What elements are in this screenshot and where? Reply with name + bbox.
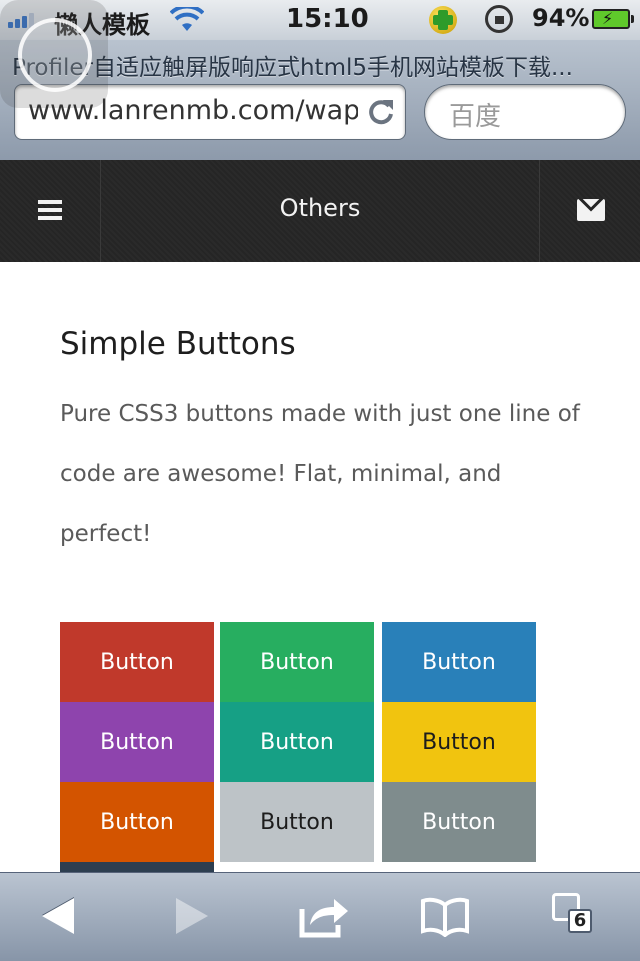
share-button[interactable] (276, 873, 376, 961)
menu-button[interactable] (0, 160, 101, 262)
tabs-icon: 6 (552, 893, 596, 937)
section-heading: Simple Buttons (60, 326, 296, 362)
tab-count: 6 (568, 909, 592, 933)
purple-button[interactable]: Button (60, 702, 214, 782)
button-column-2: Button Button Button (220, 622, 374, 862)
assistive-touch-icon[interactable] (0, 0, 108, 108)
green-button[interactable]: Button (220, 622, 374, 702)
browser-toolbar: 6 (0, 872, 640, 961)
mail-icon (577, 199, 605, 221)
bookmarks-icon (421, 897, 469, 937)
reload-icon[interactable] (367, 98, 395, 126)
menu-icon (38, 200, 62, 220)
section-description: Pure CSS3 buttons made with just one lin… (60, 401, 580, 547)
silver-button[interactable]: Button (220, 782, 374, 862)
red-button[interactable]: Button (60, 622, 214, 702)
orange-button[interactable]: Button (60, 782, 214, 862)
site-header: Others (0, 160, 640, 262)
wifi-icon (170, 7, 204, 31)
battery-charging-icon: ⚡ (592, 9, 634, 29)
header-title: Others (279, 194, 361, 222)
forward-icon (176, 898, 208, 934)
forward-button[interactable] (138, 873, 238, 961)
back-button[interactable] (14, 873, 114, 961)
search-placeholder: 百度 (449, 102, 502, 132)
blue-button[interactable]: Button (382, 622, 536, 702)
button-column-1: Button Button Button (60, 622, 214, 874)
share-icon (299, 899, 348, 938)
bookmarks-button[interactable] (394, 873, 494, 961)
mail-button[interactable] (539, 160, 640, 262)
tabs-button[interactable]: 6 (524, 873, 624, 961)
gray-button[interactable]: Button (382, 782, 536, 862)
button-column-3: Button Button Button (382, 622, 536, 862)
clock: 15:10 (286, 4, 369, 34)
qq-icon (429, 6, 457, 34)
yellow-button[interactable]: Button (382, 702, 536, 782)
back-icon (42, 898, 74, 934)
teal-button[interactable]: Button (220, 702, 374, 782)
rotation-lock-icon (485, 5, 513, 33)
battery-percentage: 94% (532, 4, 590, 32)
search-input[interactable]: 百度 (424, 84, 626, 140)
